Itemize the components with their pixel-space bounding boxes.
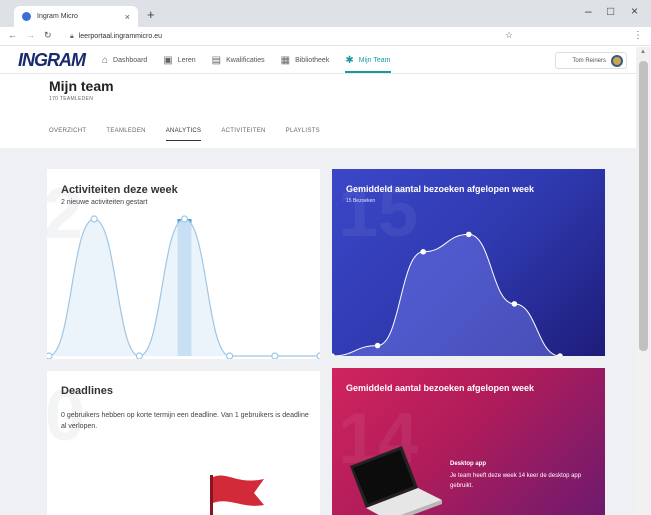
learn-icon: ▣ [163, 54, 173, 66]
star-icon[interactable]: ☆ [505, 30, 513, 41]
desktop-app-title: Desktop app [450, 461, 487, 467]
activities-point-2 [135, 352, 143, 359]
visits-point-1 [374, 342, 381, 349]
kebab-menu-icon[interactable]: ⋮ [633, 30, 643, 41]
tab-playlists[interactable]: PLAYLISTS [286, 128, 320, 141]
activities-card: 2 Activiteiten deze week 2 nieuwe activi… [47, 169, 320, 359]
nav-dashboard[interactable]: ⌂ Dashboard [102, 47, 147, 73]
page-title: Mijn team [49, 78, 114, 94]
visits-point-5 [557, 353, 563, 356]
flag-icon [210, 475, 264, 515]
activities-point-5 [271, 352, 279, 359]
tab-activiteiten[interactable]: ACTIVITEITEN [221, 128, 265, 141]
activities-point-3 [180, 215, 189, 223]
certificate-icon: ▤ [211, 54, 222, 66]
browser-tab-title: Ingram Micro [37, 13, 78, 20]
visits-point-3 [466, 231, 472, 238]
activities-area [49, 219, 320, 356]
analytics-content: 2 Activiteiten deze week 2 nieuwe activi… [0, 148, 636, 515]
main-nav: ⌂ Dashboard ▣ Leren ▤ Kwalificaties ▦ Bi… [102, 47, 407, 73]
nav-kwalificaties[interactable]: ▤ Kwalificaties [212, 47, 265, 73]
ingram-logo[interactable]: INGRAM [18, 50, 86, 71]
team-header: Mijn team 170 TEAMLEDEN OVERZICHT TEAMLE… [0, 74, 636, 148]
visits-subtitle: 15 Bezoeken [346, 198, 376, 204]
ingram-favicon-icon [22, 12, 31, 21]
activities-point-1 [90, 215, 98, 223]
activities-subtitle: 2 nieuwe activiteiten gestart [61, 199, 148, 206]
visits-point-4 [511, 301, 518, 307]
activities-point-0 [47, 352, 53, 359]
tab-teamleden[interactable]: TEAMLEDEN [106, 128, 145, 141]
app-visits-title: Gemiddeld aantal bezoeken afgelopen week [346, 383, 535, 393]
nav-bibliotheek-label: Bibliotheek [295, 56, 330, 64]
nav-kwalificaties-label: Kwalificaties [226, 56, 265, 64]
scrollbar-thumb[interactable] [639, 61, 648, 351]
nav-mijn-team-label: Mijn Team [358, 56, 391, 64]
url-text: leerportaal.ingrammicro.eu [78, 33, 162, 40]
visits-point-0 [332, 353, 335, 356]
visits-area [332, 234, 560, 356]
back-icon[interactable]: ← [8, 30, 17, 40]
lock-icon: 🔒︎ [70, 32, 74, 40]
nav-mijn-team[interactable]: ✱ Mijn Team [345, 47, 391, 73]
user-menu[interactable]: Tom Reiners [555, 52, 627, 69]
nav-bibliotheek[interactable]: ▦ Bibliotheek [281, 47, 330, 73]
activities-point-6 [316, 352, 320, 359]
deadlines-title: Deadlines [61, 385, 113, 397]
desktop-app-description: Je team heeft deze week 14 keer de deskt… [450, 473, 582, 489]
team-member-count: 170 TEAMLEDEN [49, 96, 94, 102]
new-tab-button[interactable]: + [147, 7, 155, 22]
visits-title: Gemiddeld aantal bezoeken afgelopen week [346, 184, 535, 194]
page-scrollbar[interactable]: ▲ [636, 47, 651, 515]
tab-overzicht[interactable]: OVERZICHT [49, 128, 86, 141]
scroll-up-icon[interactable]: ▲ [640, 49, 646, 55]
app-visits-card: 14 Gemiddeld aantal bezoeken afgelopen w… [332, 368, 605, 515]
maximize-button[interactable]: □ [607, 4, 614, 18]
nav-leren-label: Leren [177, 56, 196, 64]
deadlines-body: 0 gebruikers hebben op korte termijn een… [61, 412, 309, 430]
close-window-button[interactable]: × [631, 4, 638, 18]
library-icon: ▦ [280, 54, 291, 66]
address-bar: ← → ↻ 🔒︎ leerportaal.ingrammicro.eu ☆ ⋮ [0, 27, 651, 46]
browser-tabstrip: Ingram Micro × + – □ × [0, 0, 651, 27]
user-name: Tom Reiners [572, 57, 606, 64]
tab-analytics[interactable]: ANALYTICS [165, 128, 202, 141]
team-icon: ✱ [345, 54, 354, 66]
nav-leren[interactable]: ▣ Leren [163, 47, 195, 73]
reload-icon[interactable]: ↻ [44, 30, 52, 41]
activities-point-4 [226, 352, 234, 359]
forward-icon[interactable]: → [26, 30, 35, 40]
app-navbar: INGRAM ⌂ Dashboard ▣ Leren ▤ Kwalificati… [0, 47, 636, 74]
tab-close-icon[interactable]: × [125, 12, 130, 22]
activities-chart [47, 215, 320, 359]
activities-title: Activiteiten deze week [61, 184, 178, 196]
visits-card: 15 Gemiddeld aantal bezoeken afgelopen w… [332, 169, 605, 356]
avatar [611, 54, 623, 67]
visits-point-2 [420, 248, 426, 255]
minimize-button[interactable]: – [585, 4, 592, 18]
browser-tab[interactable]: Ingram Micro × [14, 6, 138, 27]
home-icon: ⌂ [102, 54, 109, 66]
deadlines-card: 0 Deadlines 0 gebruikers hebben op korte… [47, 371, 320, 515]
nav-dashboard-label: Dashboard [113, 56, 148, 64]
laptop-icon [350, 446, 442, 515]
url-field[interactable]: 🔒︎ leerportaal.ingrammicro.eu [70, 29, 525, 44]
team-tabs: OVERZICHT TEAMLEDEN ANALYTICS ACTIVITEIT… [49, 128, 340, 141]
